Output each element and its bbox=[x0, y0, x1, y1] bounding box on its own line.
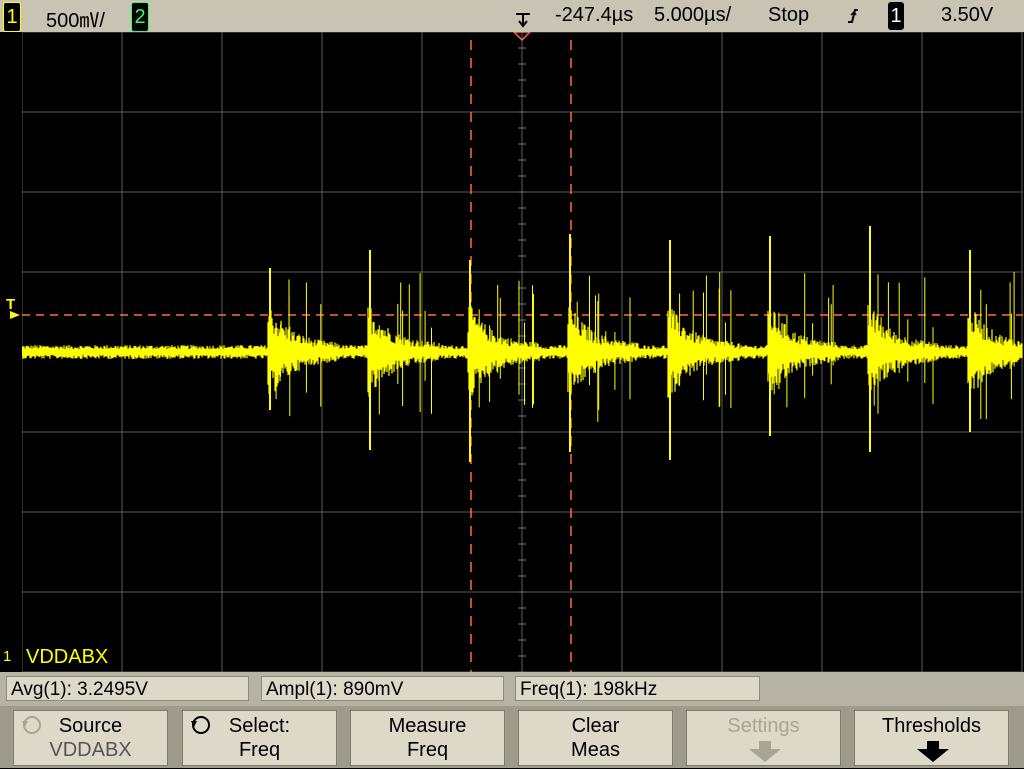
channel1-label: 1 bbox=[6, 6, 18, 28]
measurement-freq: Freq(1): 198kHz bbox=[515, 676, 760, 701]
select-label: Select: bbox=[228, 715, 291, 737]
clear-meas-line1: Clear bbox=[571, 715, 620, 737]
trigger-source-indicator[interactable]: 1 bbox=[888, 2, 904, 30]
trigger-level: 3.50V bbox=[941, 4, 994, 26]
waveform-svg bbox=[21, 31, 1024, 673]
channel1-indicator[interactable]: 1 bbox=[3, 2, 21, 32]
measurement-bar: Avg(1): 3.2495V Ampl(1): 890mV Freq(1): … bbox=[0, 672, 1024, 706]
measurement-avg: Avg(1): 3.2495V bbox=[6, 676, 249, 701]
time-scale: 5.000µs/ bbox=[654, 4, 732, 26]
measure-softkey[interactable]: Measure Freq bbox=[350, 710, 505, 766]
trigger-source-label: 1 bbox=[890, 5, 902, 27]
select-softkey[interactable]: Select: Freq bbox=[182, 710, 337, 766]
channel2-label: 2 bbox=[134, 6, 146, 28]
source-value: VDDABX bbox=[49, 739, 132, 761]
select-value: Freq bbox=[238, 739, 281, 761]
run-state: Stop bbox=[768, 4, 810, 26]
clear-meas-softkey[interactable]: Clear Meas bbox=[518, 710, 673, 766]
trigger-edge-icon bbox=[846, 6, 860, 26]
waveform-display[interactable] bbox=[21, 31, 1024, 673]
measure-value: Freq bbox=[406, 739, 449, 761]
down-arrow-icon bbox=[915, 741, 951, 769]
thresholds-softkey[interactable]: Thresholds bbox=[854, 710, 1009, 766]
thresholds-label: Thresholds bbox=[882, 715, 981, 737]
down-arrow-icon bbox=[747, 741, 783, 769]
trigger-level-arrow-icon bbox=[10, 308, 22, 326]
status-bar: 1 500㎷/ 2 -247.4µs 5.000µs/ Stop 1 3.50V bbox=[0, 0, 1024, 32]
source-label: Source bbox=[58, 715, 123, 737]
source-softkey[interactable]: Source VDDABX bbox=[13, 710, 168, 766]
settings-label: Settings bbox=[727, 715, 800, 737]
delay-reference-icon bbox=[514, 10, 532, 28]
channel1-scale: 500㎷/ bbox=[46, 10, 105, 32]
time-delay: -247.4µs bbox=[555, 4, 634, 26]
measurement-ampl: Ampl(1): 890mV bbox=[261, 676, 504, 701]
measure-label: Measure bbox=[388, 715, 467, 737]
softkey-bar: Source VDDABX Select: Freq Measure Freq … bbox=[0, 706, 1024, 768]
channel1-name: VDDABX bbox=[26, 646, 109, 668]
settings-softkey[interactable]: Settings bbox=[686, 710, 841, 766]
ground-marker: 1 bbox=[3, 648, 12, 665]
clear-meas-line2: Meas bbox=[571, 739, 620, 761]
channel2-indicator[interactable]: 2 bbox=[131, 2, 149, 32]
